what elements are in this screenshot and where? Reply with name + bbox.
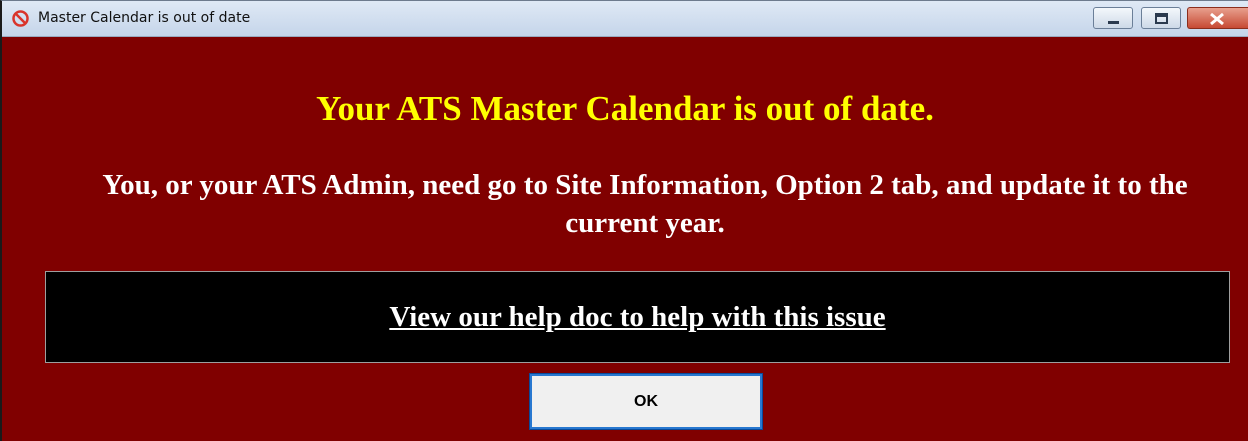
help-box: View our help doc to help with this issu… — [45, 271, 1230, 363]
no-entry-icon — [12, 10, 29, 27]
maximize-icon — [1155, 13, 1168, 24]
minimize-button[interactable] — [1093, 7, 1133, 29]
window-title: Master Calendar is out of date — [38, 10, 251, 26]
title-bar[interactable]: Master Calendar is out of date — [2, 1, 1248, 37]
ok-button[interactable]: OK — [529, 373, 763, 430]
minimize-icon — [1108, 21, 1119, 24]
instruction-text: You, or your ATS Admin, need go to Site … — [102, 169, 1188, 239]
headline: Your ATS Master Calendar is out of date. — [316, 89, 934, 128]
help-doc-link[interactable]: View our help doc to help with this issu… — [46, 300, 1229, 334]
dialog-body: Your ATS Master Calendar is out of date.… — [2, 37, 1248, 441]
close-button[interactable] — [1187, 7, 1248, 29]
maximize-button[interactable] — [1141, 7, 1181, 29]
close-icon — [1210, 12, 1224, 26]
dialog-window: Master Calendar is out of date Your ATS … — [0, 0, 1248, 441]
